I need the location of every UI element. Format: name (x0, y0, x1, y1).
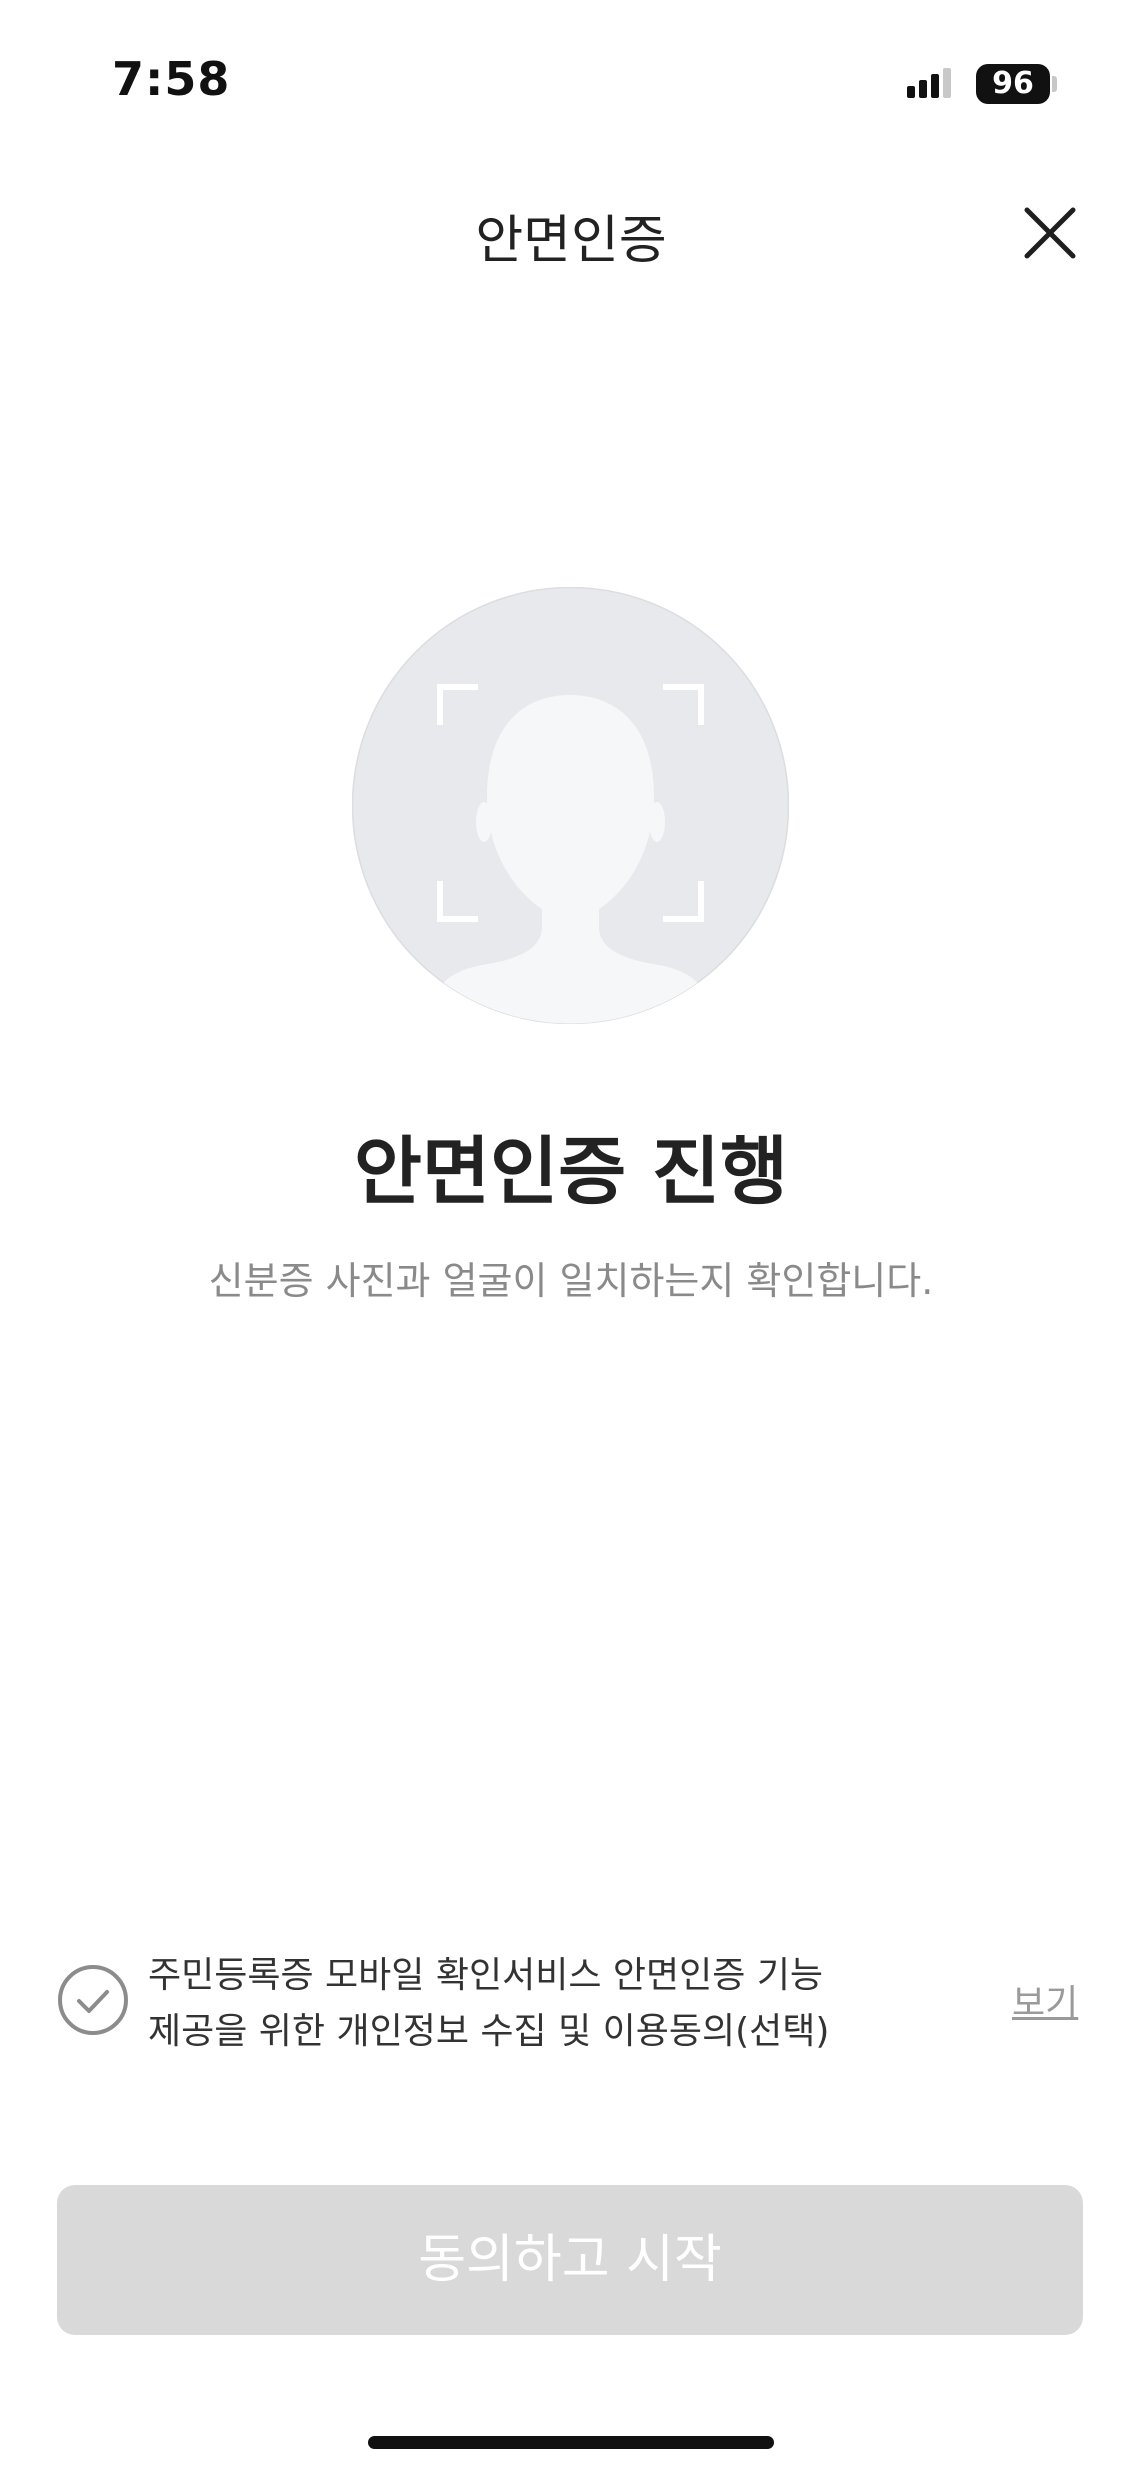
close-icon (1024, 207, 1076, 259)
face-scan-icon (352, 587, 789, 1024)
subtitle: 신분증 사진과 얼굴이 일치하는지 확인합니다. (208, 1259, 934, 1303)
battery-indicator: 96 (976, 64, 1050, 104)
close-button[interactable] (1015, 198, 1085, 268)
consent-line-1: 주민등록증 모바일 확인서비스 안면인증 기능 (148, 1955, 824, 1996)
signal-icon (907, 68, 951, 98)
status-bar: 7:58 96 (0, 0, 1142, 140)
consent-checkbox[interactable] (57, 1964, 129, 2036)
agree-start-button[interactable]: 동의하고 시작 (57, 2185, 1083, 2335)
check-circle-icon (58, 1965, 128, 2035)
status-time: 7:58 (112, 52, 231, 106)
battery-nub (1052, 76, 1057, 92)
home-indicator (368, 2436, 774, 2449)
main-title: 안면인증 진행 (353, 1129, 789, 1215)
consent-text: 주민등록증 모바일 확인서비스 안면인증 기능 제공을 위한 개인정보 수집 및… (148, 1948, 908, 2060)
consent-line-2: 제공을 위한 개인정보 수집 및 이용동의(선택) (148, 2011, 830, 2052)
consent-view-link[interactable]: 보기 (1012, 1974, 1078, 2026)
page-title: 안면인증 (475, 211, 667, 271)
